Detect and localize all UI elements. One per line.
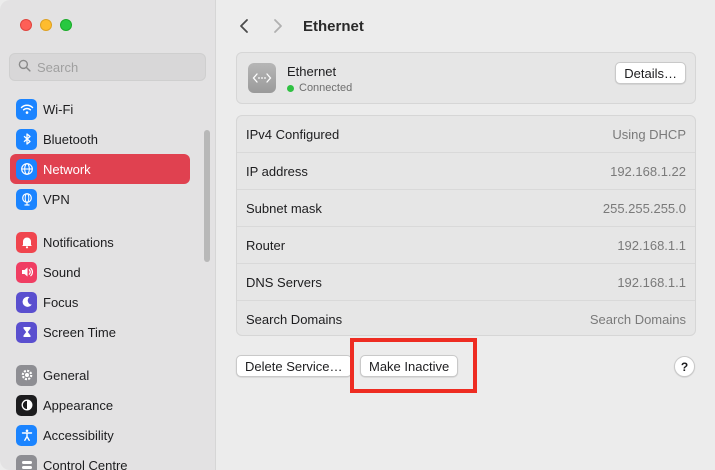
sidebar-item-label: Sound — [43, 264, 81, 280]
info-label: Router — [246, 237, 286, 253]
help-button[interactable]: ? — [674, 356, 695, 377]
sidebar-item-accessibility[interactable]: Accessibility — [10, 420, 190, 450]
info-row: Subnet mask 255.255.255.0 — [237, 190, 695, 227]
sidebar-item-label: Screen Time — [43, 324, 116, 340]
ethernet-icon — [248, 63, 276, 93]
sidebar-item-label: Focus — [43, 294, 79, 310]
info-value: 192.168.1.1 — [617, 237, 686, 253]
chevron-right-icon — [274, 19, 282, 33]
info-label: Search Domains — [246, 312, 343, 327]
sidebar-item-label: Network — [43, 161, 91, 177]
speaker-icon — [16, 261, 37, 283]
bell-icon — [16, 231, 37, 253]
chevron-left-icon — [240, 19, 248, 33]
sidebar-nav: Wi-Fi Bluetooth Network VPN Notification… — [10, 94, 190, 470]
accessibility-icon — [16, 424, 37, 446]
hourglass-icon — [16, 321, 37, 343]
appearance-icon — [16, 394, 37, 416]
bluetooth-icon — [16, 128, 37, 150]
info-value: 255.255.255.0 — [602, 200, 686, 216]
info-row: Search Domains Search Domains — [237, 301, 695, 338]
network-info-list: IPv4 Configured Using DHCP IP address 19… — [236, 115, 696, 336]
moon-icon — [16, 291, 37, 313]
sidebar-item-label: Appearance — [43, 397, 114, 413]
sidebar-item-control-centre[interactable]: Control Centre — [10, 450, 190, 470]
sidebar-separator — [10, 347, 190, 360]
sidebar-item-focus[interactable]: Focus — [10, 287, 190, 317]
service-header-card: Ethernet Connected Details… — [236, 52, 696, 104]
info-value: 192.168.1.22 — [610, 163, 686, 179]
details-button[interactable]: Details… — [615, 62, 686, 84]
maximize-window-button[interactable] — [60, 19, 72, 31]
toolbar: Ethernet — [217, 14, 715, 38]
sidebar-item-screen-time[interactable]: Screen Time — [10, 317, 190, 347]
sidebar-item-label: General — [43, 367, 90, 383]
delete-service-button[interactable]: Delete Service… — [236, 355, 352, 377]
sidebar-item-sound[interactable]: Sound — [10, 257, 190, 287]
sidebar-item-network[interactable]: Network — [10, 154, 190, 184]
sidebar-item-general[interactable]: General — [10, 360, 190, 390]
service-name: Ethernet — [287, 64, 337, 79]
info-row: IPv4 Configured Using DHCP — [237, 116, 695, 153]
sidebar-item-wifi[interactable]: Wi-Fi — [10, 94, 190, 124]
info-row: DNS Servers 192.168.1.1 — [237, 264, 695, 301]
sidebar-item-notifications[interactable]: Notifications — [10, 227, 190, 257]
sidebar-item-label: Control Centre — [43, 457, 128, 470]
sidebar-item-label: Wi-Fi — [43, 101, 74, 117]
sidebar-separator — [10, 214, 190, 227]
connection-status: Connected — [287, 82, 352, 94]
sidebar-item-appearance[interactable]: Appearance — [10, 390, 190, 420]
main-pane: Ethernet Ethernet Connected Details… IPv… — [217, 0, 715, 470]
globe-icon — [16, 158, 37, 180]
minimize-window-button[interactable] — [40, 19, 52, 31]
sidebar-item-label: VPN — [43, 191, 70, 207]
sidebar-item-label: Bluetooth — [43, 131, 98, 147]
gear-icon — [16, 364, 37, 386]
sidebar-item-label: Notifications — [43, 234, 114, 250]
info-value: 192.168.1.1 — [617, 274, 686, 290]
status-text: Connected — [299, 82, 353, 94]
search-icon — [18, 59, 31, 75]
page-title: Ethernet — [303, 17, 364, 35]
wifi-icon — [16, 98, 37, 120]
window-controls — [20, 19, 72, 31]
info-value: Search Domains — [589, 312, 686, 327]
sidebar-item-bluetooth[interactable]: Bluetooth — [10, 124, 190, 154]
info-row: IP address 192.168.1.22 — [237, 153, 695, 190]
forward-button[interactable] — [265, 14, 291, 38]
sidebar-item-vpn[interactable]: VPN — [10, 184, 190, 214]
info-label: IP address — [246, 163, 308, 179]
info-label: Subnet mask — [246, 200, 322, 216]
sidebar: Wi-Fi Bluetooth Network VPN — [0, 0, 216, 470]
sidebar-item-label: Accessibility — [43, 427, 114, 443]
info-row: Router 192.168.1.1 — [237, 227, 695, 264]
sidebar-scrollbar[interactable] — [204, 130, 210, 262]
info-label: DNS Servers — [246, 274, 322, 290]
info-value: Using DHCP — [612, 126, 686, 142]
vpn-globe-icon — [16, 188, 37, 210]
close-window-button[interactable] — [20, 19, 32, 31]
settings-window: Wi-Fi Bluetooth Network VPN — [0, 0, 715, 470]
control-centre-icon — [16, 454, 37, 470]
search-field[interactable] — [9, 53, 206, 81]
back-button[interactable] — [231, 14, 257, 38]
search-input[interactable] — [37, 59, 197, 75]
highlight-annotation — [350, 338, 477, 393]
info-label: IPv4 Configured — [246, 126, 340, 142]
status-dot-icon — [287, 84, 294, 92]
